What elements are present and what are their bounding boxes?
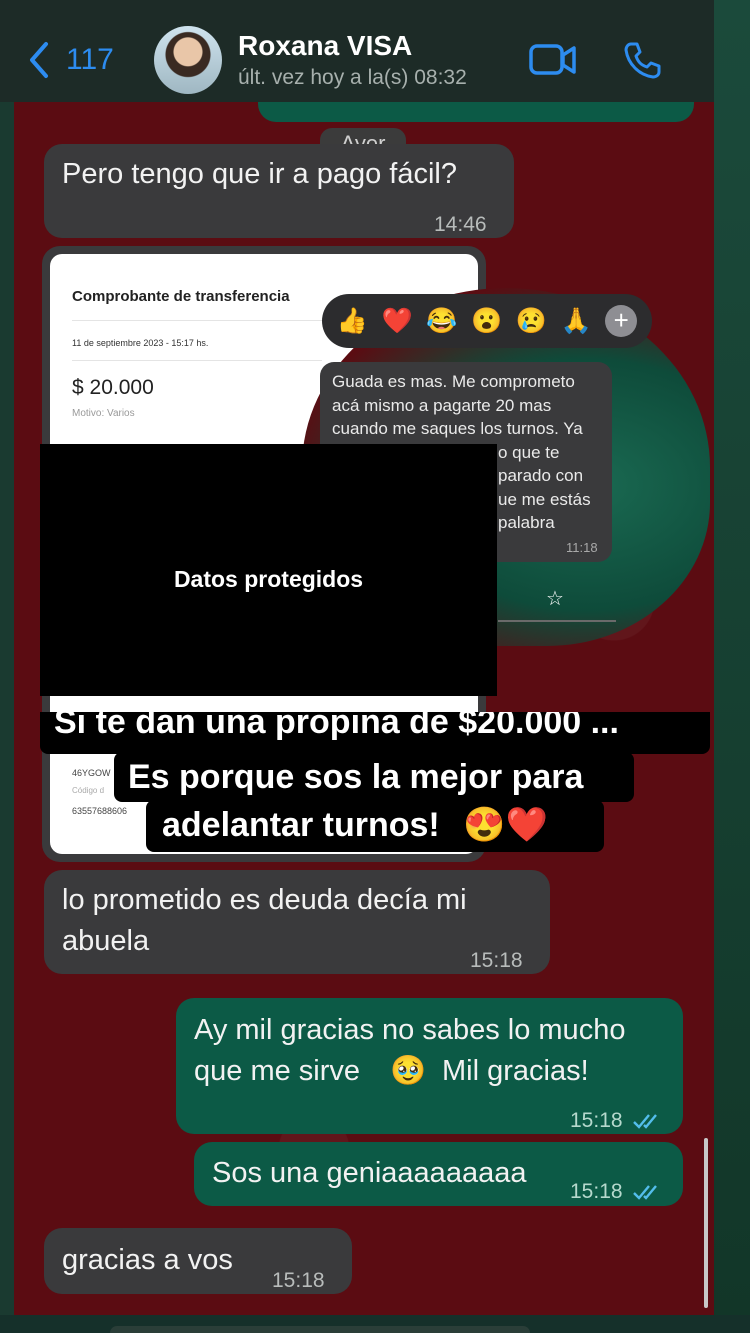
pray-reaction: 🙏 xyxy=(560,306,592,335)
double-check-icon xyxy=(633,1185,658,1201)
message-text: que me sirve xyxy=(194,1055,361,1087)
message-meta: 15:18 xyxy=(570,1171,662,1212)
laugh-reaction: 😂 xyxy=(426,306,458,335)
thumbs-up-reaction: 👍 xyxy=(336,306,368,335)
receipt-divider xyxy=(72,360,322,361)
phone-icon xyxy=(624,42,661,79)
message-bubble-outgoing[interactable]: Ay mil gracias no sabes lo mucho que me … xyxy=(176,998,683,1134)
sad-reaction: 😢 xyxy=(515,306,547,335)
message-text: Pero tengo que ir a pago fácil? xyxy=(62,158,457,190)
message-bubble-outgoing[interactable]: Sos una geniaaaaaaaaa 15:18 xyxy=(194,1142,683,1206)
caption-line-3: adelantar turnos! 😍❤️ xyxy=(146,800,604,852)
message-input[interactable] xyxy=(110,1326,530,1333)
caption-text: adelantar turnos! xyxy=(162,806,440,844)
message-text: Sos una geniaaaaaaaaa xyxy=(212,1157,527,1189)
caption-emojis: 😍❤️ xyxy=(463,806,548,844)
emoji-pleading: 🥹 xyxy=(390,1055,427,1087)
caption-line-2: Es porque sos la mejor para xyxy=(114,752,634,802)
contact-name[interactable]: Roxana VISA xyxy=(238,30,412,62)
receipt-code-label: Código d xyxy=(72,786,105,795)
back-button[interactable]: 117 xyxy=(26,40,114,80)
message-meta: 15:18 xyxy=(570,1100,662,1141)
message-bubble-incoming[interactable]: Pero tengo que ir a pago fácil? 14:46 xyxy=(44,144,514,238)
surprised-reaction: 😮 xyxy=(471,306,503,335)
receipt-reason: Motivo: Varios xyxy=(72,408,135,419)
last-seen-status: últ. vez hoy a la(s) 08:32 xyxy=(238,66,467,89)
reaction-bar: 👍 ❤️ 😂 😮 😢 🙏 + xyxy=(322,294,652,348)
receipt-number: 63557688606 xyxy=(72,806,128,816)
left-edge xyxy=(0,0,14,1333)
message-bubble-incoming[interactable]: lo prometido es deuda decía mi abuela 15… xyxy=(44,870,550,974)
chat-screen: 117 Roxana VISA últ. vez hoy a la(s) 08:… xyxy=(0,0,750,1333)
message-bubble-incoming[interactable]: gracias a vos 15:18 xyxy=(44,1228,352,1294)
message-text: gracias a vos xyxy=(62,1244,233,1276)
scrollbar[interactable] xyxy=(704,1138,708,1308)
heart-reaction: ❤️ xyxy=(381,306,413,335)
voice-call-button[interactable] xyxy=(622,40,662,85)
sticker-line: acá mismo a pagarte 20 mas xyxy=(332,395,552,415)
chat-header: 117 Roxana VISA últ. vez hoy a la(s) 08:… xyxy=(0,0,714,102)
message-text: Ay mil gracias no sabes lo mucho xyxy=(194,1014,626,1046)
message-time: 15:18 xyxy=(570,1180,623,1203)
right-edge xyxy=(714,0,750,1333)
contact-avatar[interactable] xyxy=(154,26,222,94)
message-text: Mil gracias! xyxy=(442,1055,589,1087)
message-time: 14:46 xyxy=(434,213,487,236)
receipt-code: 46YGOW xyxy=(72,768,111,778)
add-reaction-icon: + xyxy=(605,305,638,337)
sticker-time: 11:18 xyxy=(566,540,598,555)
receipt-title: Comprobante de transferencia xyxy=(72,288,290,305)
unread-count: 117 xyxy=(66,43,114,76)
protected-data-label: Datos protegidos xyxy=(173,566,364,592)
receipt-divider xyxy=(72,320,322,321)
message-time: 15:18 xyxy=(570,1109,623,1132)
receipt-date: 11 de septiembre 2023 - 15:17 hs. xyxy=(72,338,209,348)
receipt-amount: $ 20.000 xyxy=(72,376,154,399)
sticker-line: Guada es mas. Me comprometo xyxy=(332,372,575,391)
message-time: 15:18 xyxy=(272,1269,325,1292)
video-call-button[interactable] xyxy=(528,42,578,83)
message-time: 15:18 xyxy=(470,949,523,972)
message-text: lo prometido es deuda decía mi xyxy=(62,884,467,916)
star-icon: ☆ xyxy=(546,588,564,610)
sticker-line: cuando me saques los turnos. Ya xyxy=(332,419,583,438)
chevron-left-icon xyxy=(30,42,48,78)
video-camera-icon xyxy=(529,44,576,75)
message-text: abuela xyxy=(62,925,150,957)
sticker-input-line xyxy=(498,620,616,622)
double-check-icon xyxy=(633,1114,658,1130)
